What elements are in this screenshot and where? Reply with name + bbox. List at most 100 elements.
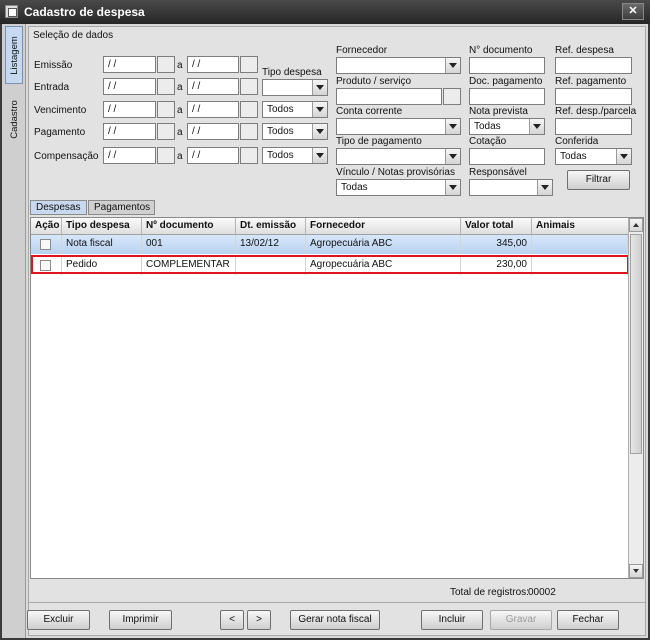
delete-button[interactable]: Excluir bbox=[27, 610, 90, 630]
vencimento-from-picker[interactable] bbox=[157, 101, 175, 118]
doc-pagamento-label: Doc. pagamento bbox=[469, 76, 543, 87]
col-fornecedor[interactable]: Fornecedor bbox=[306, 218, 461, 235]
tipo-despesa-select[interactable] bbox=[262, 79, 328, 96]
close-window-button[interactable]: Fechar bbox=[557, 610, 619, 630]
conferida-select[interactable]: Todas bbox=[555, 148, 632, 165]
responsavel-select[interactable] bbox=[469, 179, 553, 196]
pagamento-to-picker[interactable] bbox=[240, 123, 258, 140]
title-bar: Cadastro de despesa ✕ bbox=[0, 0, 650, 24]
chevron-down-icon bbox=[312, 148, 327, 163]
pagamento-from-field[interactable]: / / bbox=[103, 123, 156, 140]
table-row[interactable]: Nota fiscal 001 13/02/12 Agropecuária AB… bbox=[31, 235, 628, 254]
compensacao-to-picker[interactable] bbox=[240, 147, 258, 164]
section-label: Seleção de dados bbox=[33, 30, 114, 41]
side-tabs: Listagem Cadastro bbox=[2, 24, 26, 638]
window-client: Listagem Cadastro Seleção de dados Emiss… bbox=[2, 24, 648, 638]
add-button[interactable]: Incluir bbox=[421, 610, 483, 630]
pagamento-from-picker[interactable] bbox=[157, 123, 175, 140]
conta-select[interactable] bbox=[336, 118, 461, 135]
entrada-sep: a bbox=[177, 82, 183, 93]
ref-parcela-field[interactable] bbox=[555, 118, 632, 135]
next-button[interactable]: > bbox=[247, 610, 271, 630]
nota-prevista-select[interactable]: Todas bbox=[469, 118, 545, 135]
side-tab-listagem[interactable]: Listagem bbox=[5, 26, 23, 84]
close-button[interactable]: ✕ bbox=[622, 3, 644, 20]
entrada-from-picker[interactable] bbox=[157, 78, 175, 95]
compensacao-to-field[interactable]: / / bbox=[187, 147, 239, 164]
pagamento-to-field[interactable]: / / bbox=[187, 123, 239, 140]
entrada-to-picker[interactable] bbox=[240, 78, 258, 95]
tab-pagamentos[interactable]: Pagamentos bbox=[88, 200, 155, 215]
col-valor-total[interactable]: Valor total bbox=[461, 218, 532, 235]
tipo-pagamento-label: Tipo de pagamento bbox=[336, 136, 422, 147]
scroll-thumb[interactable] bbox=[630, 234, 642, 454]
conferida-value: Todas bbox=[560, 151, 587, 162]
ndoc-field[interactable] bbox=[469, 57, 545, 74]
produto-lookup-button[interactable] bbox=[443, 88, 461, 105]
vencimento-todos-select[interactable]: Todos bbox=[262, 101, 328, 118]
doc-pagamento-field[interactable] bbox=[469, 88, 545, 105]
fornecedor-select[interactable] bbox=[336, 57, 461, 74]
col-tipo-despesa[interactable]: Tipo despesa bbox=[62, 218, 142, 235]
col-ndoc[interactable]: Nº documento bbox=[142, 218, 236, 235]
vencimento-to-picker[interactable] bbox=[240, 101, 258, 118]
nota-prevista-label: Nota prevista bbox=[469, 106, 528, 117]
generate-invoice-button[interactable]: Gerar nota fiscal bbox=[290, 610, 380, 630]
ref-despesa-field[interactable] bbox=[555, 57, 632, 74]
side-tab-cadastro[interactable]: Cadastro bbox=[5, 90, 23, 148]
compensacao-todos-value: Todos bbox=[267, 150, 294, 161]
emissao-sep: a bbox=[177, 60, 183, 71]
col-acao[interactable]: Ação bbox=[31, 218, 62, 235]
compensacao-label: Compensação bbox=[34, 151, 99, 162]
compensacao-from-field[interactable]: / / bbox=[103, 147, 156, 164]
produto-label: Produto / serviço bbox=[336, 76, 412, 87]
prev-button[interactable]: < bbox=[220, 610, 244, 630]
emissao-to-picker[interactable] bbox=[240, 56, 258, 73]
pagamento-todos-value: Todos bbox=[267, 126, 294, 137]
dt-cell: 13/02/12 bbox=[236, 235, 306, 254]
scroll-up-icon[interactable] bbox=[629, 218, 643, 232]
print-button[interactable]: Imprimir bbox=[109, 610, 172, 630]
emissao-to-field[interactable]: / / bbox=[187, 56, 239, 73]
window-title: Cadastro de despesa bbox=[24, 5, 145, 19]
col-dt-emissao[interactable]: Dt. emissão bbox=[236, 218, 306, 235]
entrada-to-field[interactable]: / / bbox=[187, 78, 239, 95]
chevron-down-icon bbox=[312, 80, 327, 95]
vinculo-value: Todas bbox=[341, 182, 368, 193]
emissao-from-field[interactable]: / / bbox=[103, 56, 156, 73]
ref-despesa-label: Ref. despesa bbox=[555, 45, 614, 56]
filter-button[interactable]: Filtrar bbox=[567, 170, 630, 190]
fornecedor-cell: Agropecuária ABC bbox=[306, 235, 461, 254]
ndoc-cell: 001 bbox=[142, 235, 236, 254]
tipo-despesa-label: Tipo despesa bbox=[262, 67, 322, 78]
pagamento-todos-select[interactable]: Todos bbox=[262, 123, 328, 140]
vencimento-to-field[interactable]: / / bbox=[187, 101, 239, 118]
footer-divider bbox=[28, 602, 646, 603]
compensacao-todos-select[interactable]: Todos bbox=[262, 147, 328, 164]
entrada-from-field[interactable]: / / bbox=[103, 78, 156, 95]
vencimento-from-field[interactable]: / / bbox=[103, 101, 156, 118]
save-button[interactable]: Gravar bbox=[490, 610, 552, 630]
vertical-scrollbar[interactable] bbox=[628, 218, 643, 578]
col-animais[interactable]: Animais bbox=[532, 218, 629, 235]
responsavel-label: Responsável bbox=[469, 167, 527, 178]
scroll-down-icon[interactable] bbox=[629, 564, 643, 578]
chevron-down-icon bbox=[529, 119, 544, 134]
chevron-down-icon bbox=[616, 149, 631, 164]
tab-despesas[interactable]: Despesas bbox=[30, 200, 87, 215]
ref-pagamento-field[interactable] bbox=[555, 88, 632, 105]
emissao-from-picker[interactable] bbox=[157, 56, 175, 73]
side-tab-cadastro-label: Cadastro bbox=[8, 99, 20, 139]
compensacao-from-picker[interactable] bbox=[157, 147, 175, 164]
vencimento-label: Vencimento bbox=[34, 105, 87, 116]
tipo-pagamento-select[interactable] bbox=[336, 148, 461, 165]
produto-field[interactable] bbox=[336, 88, 442, 105]
chevron-down-icon bbox=[445, 149, 460, 164]
cotacao-field[interactable] bbox=[469, 148, 545, 165]
row-checkbox[interactable] bbox=[40, 239, 51, 250]
vinculo-select[interactable]: Todas bbox=[336, 179, 461, 196]
fornecedor-label: Fornecedor bbox=[336, 45, 388, 56]
vinculo-label: Vínculo / Notas provisórias bbox=[336, 167, 455, 178]
side-tab-listagem-label: Listagem bbox=[8, 35, 20, 75]
total-label: Total de registros: bbox=[450, 587, 529, 598]
